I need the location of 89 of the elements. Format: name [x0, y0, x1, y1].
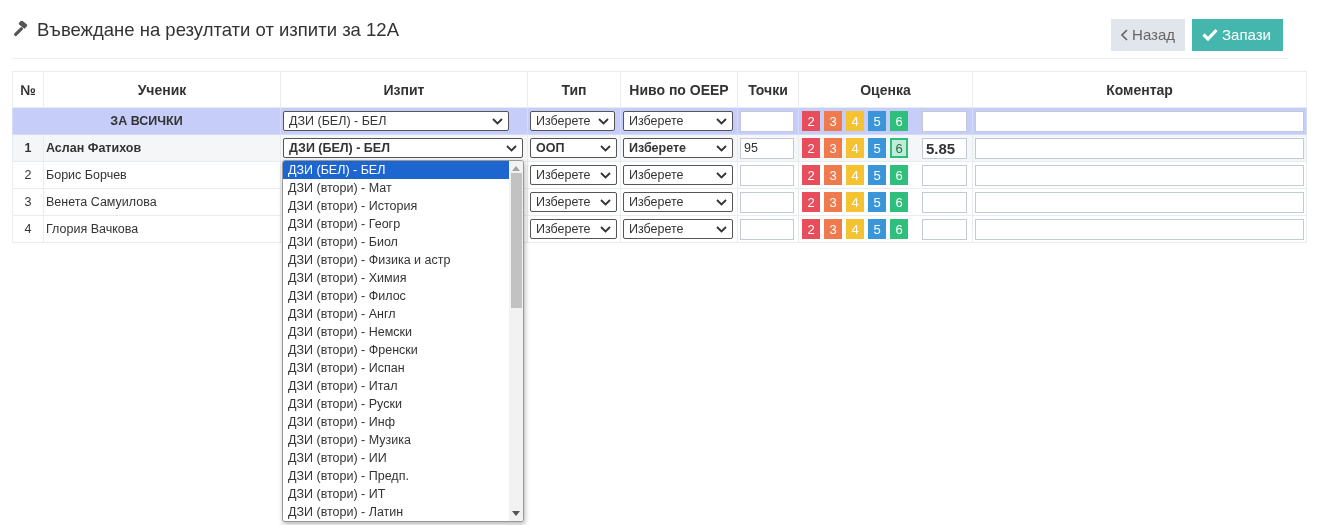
dropdown-option[interactable]: ДЗИ (втори) - Инф	[283, 413, 509, 431]
scroll-up-icon[interactable]	[512, 166, 520, 171]
points-field[interactable]	[740, 110, 794, 132]
dropdown-option[interactable]: ДЗИ (втори) - Испан	[283, 359, 509, 377]
dropdown-option[interactable]: ДЗИ (втори) - Итал	[283, 377, 509, 395]
level-select[interactable]: Изберете	[623, 219, 733, 239]
level-select[interactable]: Изберете	[623, 192, 733, 212]
grade-field[interactable]: 5.85	[922, 137, 967, 159]
scrollbar-thumb[interactable]	[510, 173, 522, 308]
dropdown-option[interactable]: ДЗИ (втори) - Музика	[283, 431, 509, 449]
row-number: 4	[12, 215, 44, 243]
type-select[interactable]: Изберете	[530, 111, 615, 131]
level-select[interactable]: Изберете	[623, 165, 733, 185]
dropdown-option[interactable]: ДЗИ (втори) - Геогр	[283, 215, 509, 233]
column-header: Ниво по ОЕЕР	[620, 71, 738, 108]
student-name: Глория Вачкова	[43, 215, 281, 243]
grade-field[interactable]	[922, 164, 967, 186]
all-row-label: ЗА ВСИЧКИ	[110, 114, 183, 128]
level-select[interactable]: Изберете	[623, 111, 733, 131]
chevron-icon	[716, 225, 727, 233]
dropdown-option[interactable]: ДЗИ (втори) - ИТ	[283, 485, 509, 503]
comment-field[interactable]	[975, 191, 1304, 213]
comment-field[interactable]	[975, 137, 1304, 159]
page-title: Въвеждане на резултати от изпити за 12А	[37, 18, 399, 41]
points-field[interactable]: 95	[740, 137, 794, 159]
exam-select[interactable]: ДЗИ (БЕЛ) - БЕЛ	[283, 138, 523, 158]
comment-field[interactable]	[975, 110, 1304, 132]
grade-field[interactable]	[922, 191, 967, 213]
row-number: 2	[12, 161, 44, 189]
chevron-icon	[598, 117, 609, 125]
level-select[interactable]: Изберете	[623, 138, 733, 158]
type-select[interactable]: Изберете	[530, 165, 617, 185]
dropdown-option[interactable]: ДЗИ (втори) - Англ	[283, 305, 509, 323]
student-name: Аслан Фатихов	[43, 134, 281, 162]
chevron-icon	[506, 144, 517, 152]
comment-field[interactable]	[975, 164, 1304, 186]
dropdown-option[interactable]: ДЗИ (втори) - Латин	[283, 503, 509, 521]
dropdown-option[interactable]: ДЗИ (втори) - Немски	[283, 323, 509, 341]
column-header: Коментар	[972, 71, 1307, 108]
back-button[interactable]: Назад	[1111, 18, 1186, 51]
row-number: 3	[12, 188, 44, 216]
chevron-icon	[492, 117, 503, 125]
dropdown-option[interactable]: ДЗИ (БЕЛ) - БЕЛ	[283, 161, 509, 179]
chevron-icon	[600, 225, 611, 233]
chevron-left-icon	[1121, 28, 1129, 41]
dropdown-option[interactable]: ДЗИ (втори) - Руски	[283, 395, 509, 413]
type-select[interactable]: Изберете	[530, 219, 617, 239]
column-header: Ученик	[43, 71, 281, 108]
dropdown-option[interactable]: ДЗИ (втори) - Предп.	[283, 467, 509, 485]
student-name: Венета Самуилова	[43, 188, 281, 216]
points-field[interactable]	[740, 218, 794, 240]
column-header: Изпит	[280, 71, 528, 108]
grade-button[interactable]: 2	[802, 138, 820, 158]
dropdown-option[interactable]: ДЗИ (втори) - Мат	[283, 179, 509, 197]
grade-button[interactable]: 2	[802, 165, 820, 185]
chevron-icon	[716, 171, 727, 179]
dropdown-option[interactable]: ДЗИ (втори) - Химия	[283, 269, 509, 287]
row-number: 1	[12, 134, 44, 162]
column-header: Оценка	[798, 71, 973, 108]
type-select[interactable]: ООП	[530, 138, 617, 158]
dropdown-option[interactable]: ДЗИ (втори) - Биол	[283, 233, 509, 251]
chevron-icon	[716, 144, 727, 152]
dropdown-option[interactable]: ДЗИ (втори) - Физика и астр	[283, 251, 509, 269]
grade-button[interactable]: 2	[802, 219, 820, 239]
dropdown-option[interactable]: ДЗИ (втори) - История	[283, 197, 509, 215]
grade-button[interactable]: 2	[802, 192, 820, 212]
chevron-icon	[600, 198, 611, 206]
dropdown-option[interactable]: ДЗИ (втори) - ИИ	[283, 449, 509, 467]
scroll-down-icon[interactable]	[512, 511, 520, 516]
type-select[interactable]: Изберете	[530, 192, 617, 212]
exam-select[interactable]: ДЗИ (БЕЛ) - БЕЛ	[283, 111, 509, 131]
chevron-icon	[716, 117, 727, 125]
points-field[interactable]	[740, 191, 794, 213]
column-header: №	[12, 71, 44, 108]
checkmark-icon	[1202, 28, 1219, 41]
grade-button[interactable]: 2	[802, 111, 820, 131]
chevron-icon	[600, 171, 611, 179]
student-name: Борис Борчев	[43, 161, 281, 189]
comment-field[interactable]	[975, 218, 1304, 240]
column-header: Точки	[737, 71, 799, 108]
grade-field[interactable]	[922, 218, 967, 240]
column-header: Тип	[527, 71, 621, 108]
dropdown-option[interactable]: ДЗИ (втори) - Френски	[283, 341, 509, 359]
grade-field[interactable]	[922, 110, 967, 132]
chevron-icon	[716, 198, 727, 206]
chevron-icon	[600, 144, 611, 152]
dropdown-option[interactable]: ДЗИ (втори) - Филос	[283, 287, 509, 305]
grade-button[interactable]: 6	[890, 138, 908, 158]
points-field[interactable]	[740, 164, 794, 186]
